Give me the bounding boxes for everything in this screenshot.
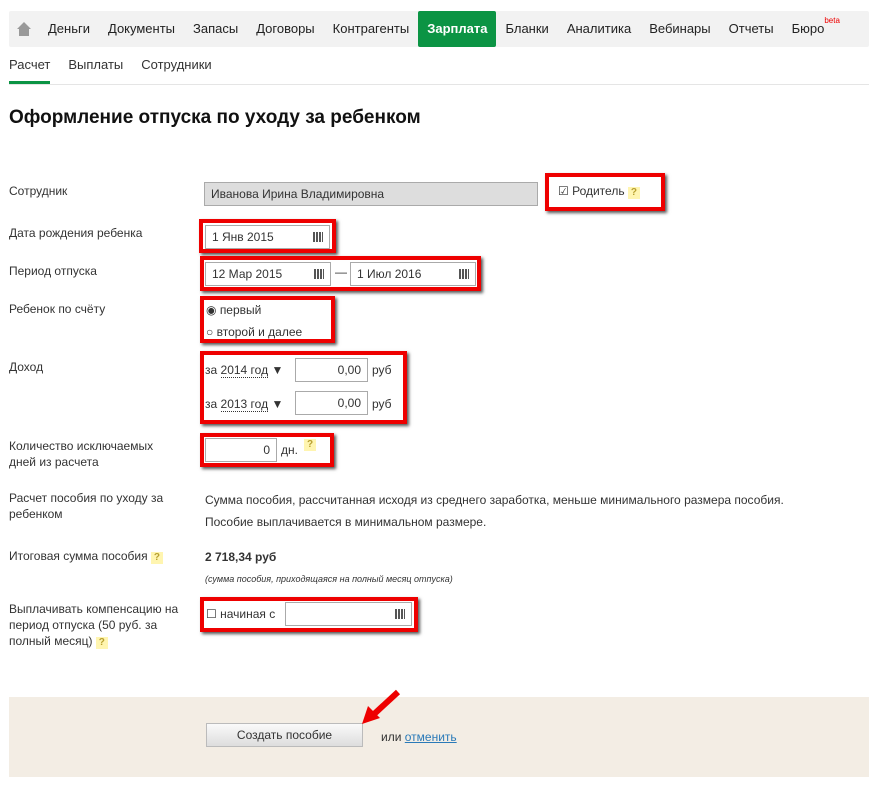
comp-from-label: начиная с <box>220 607 276 621</box>
top-nav: Деньги Документы Запасы Договоры Контраг… <box>9 11 869 47</box>
help-icon[interactable]: ? <box>150 552 163 564</box>
period-to-value: 1 Июл 2016 <box>357 267 422 281</box>
employee-field[interactable]: Иванова Ирина Владимировна <box>204 182 538 206</box>
birth-date-input[interactable]: 1 Янв 2015 <box>205 225 330 249</box>
total-note: (сумма пособия, приходящаяся на полный м… <box>205 574 453 584</box>
nav-stock[interactable]: Запасы <box>184 11 247 47</box>
nav-forms[interactable]: Бланки <box>496 11 557 47</box>
calc-text-2: Пособие выплачивается в минимальном разм… <box>205 515 487 529</box>
income-label: Доход <box>9 360 44 374</box>
nav-bureau-label: Бюро <box>791 21 825 36</box>
excluded-label: Количество исключаемых дней из расчета <box>9 439 154 469</box>
radio-first-label: первый <box>219 303 262 317</box>
period-from-value: 12 Мар 2015 <box>212 267 283 281</box>
income-unit: руб <box>372 363 392 377</box>
calendar-icon[interactable] <box>314 269 324 279</box>
or-text: или <box>381 730 402 744</box>
beta-badge: beta <box>824 16 840 25</box>
nav-contracts[interactable]: Договоры <box>247 11 323 47</box>
subnav-payments[interactable]: Выплаты <box>68 57 123 84</box>
divider <box>9 84 869 85</box>
page-title: Оформление отпуска по уходу за ребенком <box>9 107 421 128</box>
calendar-icon[interactable] <box>395 609 405 619</box>
income-2014-input[interactable]: 0,00 <box>295 358 368 382</box>
period-dash: — <box>335 265 347 279</box>
total-value: 2 718,34 руб <box>205 550 277 564</box>
income-2013-input[interactable]: 0,00 <box>295 391 368 415</box>
nav-salary[interactable]: Зарплата <box>418 11 497 47</box>
home-icon[interactable] <box>9 21 39 37</box>
calendar-icon[interactable] <box>459 269 469 279</box>
create-button[interactable]: Создать пособие <box>206 723 363 747</box>
birth-label: Дата рождения ребенка <box>9 226 143 240</box>
total-label: Итоговая сумма пособия ? <box>9 548 179 564</box>
employee-label: Сотрудник <box>9 184 68 198</box>
period-to-input[interactable]: 1 Июл 2016 <box>350 262 476 286</box>
help-icon[interactable]: ? <box>627 187 640 199</box>
excluded-days-input[interactable]: 0 <box>205 438 277 462</box>
excluded-unit: дн. <box>281 443 298 457</box>
dropdown-arrow-icon[interactable]: ▼ <box>271 397 283 411</box>
nav-counterparties[interactable]: Контрагенты <box>324 11 419 47</box>
nav-documents[interactable]: Документы <box>99 11 184 47</box>
cancel-link[interactable]: отменить <box>405 730 457 744</box>
radio-second[interactable]: ○ второй и далее <box>206 325 302 339</box>
income-row-2013: за 2013 год ▼ <box>205 397 283 412</box>
income-row-2014: за 2014 год ▼ <box>205 363 283 378</box>
arrow-annotation-icon <box>362 689 401 724</box>
period-label: Период отпуска <box>9 264 97 278</box>
period-from-input[interactable]: 12 Мар 2015 <box>205 262 331 286</box>
radio-first[interactable]: ◉ первый <box>206 303 261 317</box>
help-icon[interactable]: ? <box>95 637 108 649</box>
income-prefix: за <box>205 397 218 411</box>
total-label-text: Итоговая сумма пособия <box>9 549 148 563</box>
comp-label-text: Выплачивать компенсацию на период отпуск… <box>9 602 179 648</box>
comp-date-input[interactable] <box>285 602 412 626</box>
income-prefix: за <box>205 363 218 377</box>
subnav-calc[interactable]: Расчет <box>9 57 51 84</box>
subnav-employees[interactable]: Сотрудники <box>141 57 211 84</box>
calendar-icon[interactable] <box>313 232 323 242</box>
footer-or: или отменить <box>381 730 457 744</box>
comp-checkbox[interactable]: ☐ начиная с <box>206 607 275 621</box>
year-select[interactable]: 2013 год <box>220 397 269 412</box>
dropdown-arrow-icon[interactable]: ▼ <box>271 363 283 377</box>
nav-analytics[interactable]: Аналитика <box>558 11 640 47</box>
year-select[interactable]: 2014 год <box>220 363 269 378</box>
child-label: Ребенок по счёту <box>9 302 106 316</box>
nav-bureau[interactable]: Бюроbeta <box>783 11 849 47</box>
nav-money[interactable]: Деньги <box>39 11 99 47</box>
nav-reports[interactable]: Отчеты <box>720 11 783 47</box>
income-unit: руб <box>372 397 392 411</box>
birth-date-value: 1 Янв 2015 <box>212 230 274 244</box>
radio-second-label: второй и далее <box>216 325 303 339</box>
help-icon[interactable]: ? <box>304 439 316 451</box>
parent-label: Родитель <box>572 184 625 198</box>
parent-checkbox[interactable]: ☑ Родитель ? <box>558 184 640 199</box>
comp-label: Выплачивать компенсацию на период отпуск… <box>9 601 189 649</box>
sub-nav: Расчет Выплаты Сотрудники <box>9 57 212 84</box>
calc-label: Расчет пособия по уходу за ребенком <box>9 491 164 521</box>
nav-webinars[interactable]: Вебинары <box>640 11 719 47</box>
calc-text-1: Сумма пособия, рассчитанная исходя из ср… <box>205 493 784 507</box>
